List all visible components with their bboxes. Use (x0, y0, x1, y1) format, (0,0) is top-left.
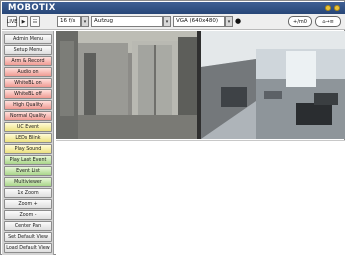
sidebar-button-uc-event[interactable]: UC Event (4, 122, 52, 132)
sidebar-button-multiviewer[interactable]: Multiviewer (4, 177, 52, 187)
export-button[interactable]: ⌂→≡ (315, 16, 341, 27)
camera-scene-image (56, 31, 345, 139)
camera-select[interactable]: Aufzug (91, 16, 163, 27)
status-led-icon (334, 5, 340, 11)
resolution-select[interactable]: VGA (640x480) (173, 16, 225, 27)
play-button[interactable]: ▶ (19, 16, 28, 27)
status-led-icon (325, 5, 331, 11)
sidebar-button-set-default-view[interactable]: Set Default View (4, 232, 52, 242)
grid-view-button[interactable]: ☷ (30, 16, 40, 27)
sidebar-button-play-last-event[interactable]: Play Last Event (4, 155, 52, 165)
sidebar-button-zoom[interactable]: Zoom + (4, 199, 52, 209)
sidebar-button-high-quality[interactable]: High Quality (4, 100, 52, 110)
sidebar-button-1x-zoom[interactable]: 1x Zoom (4, 188, 52, 198)
sidebar-button-admin-menu[interactable]: Admin Menu (4, 34, 52, 44)
browser-window: MOBOTIX LIVE ▶ ☷ 16 f/s ▾ Aufzug ▾ VGA (… (0, 0, 345, 255)
sidebar-button-whitebl-off[interactable]: WhiteBL off (4, 89, 52, 99)
sidebar: Admin Menu Setup Menu Arm & Record Audio on… (2, 31, 54, 255)
camera-dropdown-arrow-icon[interactable]: ▾ (163, 16, 171, 27)
sidebar-button-load-default-view[interactable]: Load Default View (4, 243, 52, 253)
sidebar-button-leds-blink[interactable]: LEDs Blink (4, 133, 52, 143)
framerate-select[interactable]: 16 f/s (57, 16, 81, 27)
volume-button[interactable]: +/m0 (288, 16, 312, 27)
info-icon[interactable]: ● (235, 17, 241, 25)
framerate-dropdown-arrow-icon[interactable]: ▾ (81, 16, 89, 27)
sidebar-button-center-pan[interactable]: Center Pan (4, 221, 52, 231)
live-camera-image[interactable] (56, 31, 345, 139)
camera-toolbar: LIVE ▶ ☷ 16 f/s ▾ Aufzug ▾ VGA (640x480)… (2, 14, 345, 30)
sidebar-button-setup-menu[interactable]: Setup Menu (4, 45, 52, 55)
sidebar-button-normal-quality[interactable]: Normal Quality (4, 111, 52, 121)
sidebar-button-arm-record[interactable]: Arm & Record (4, 56, 52, 66)
sidebar-button-audio-on[interactable]: Audio on (4, 67, 52, 77)
sidebar-button-play-sound[interactable]: Play Sound (4, 144, 52, 154)
sidebar-button-zoom[interactable]: Zoom - (4, 210, 52, 220)
sidebar-button-event-list[interactable]: Event List (4, 166, 52, 176)
sidebar-button-whitebl-on[interactable]: WhiteBL on (4, 78, 52, 88)
resolution-dropdown-arrow-icon[interactable]: ▾ (225, 16, 233, 27)
empty-panel (56, 140, 345, 255)
live-button[interactable]: LIVE (7, 16, 17, 27)
mobotix-logo: MOBOTIX (8, 3, 56, 13)
title-bar: MOBOTIX (2, 2, 345, 14)
